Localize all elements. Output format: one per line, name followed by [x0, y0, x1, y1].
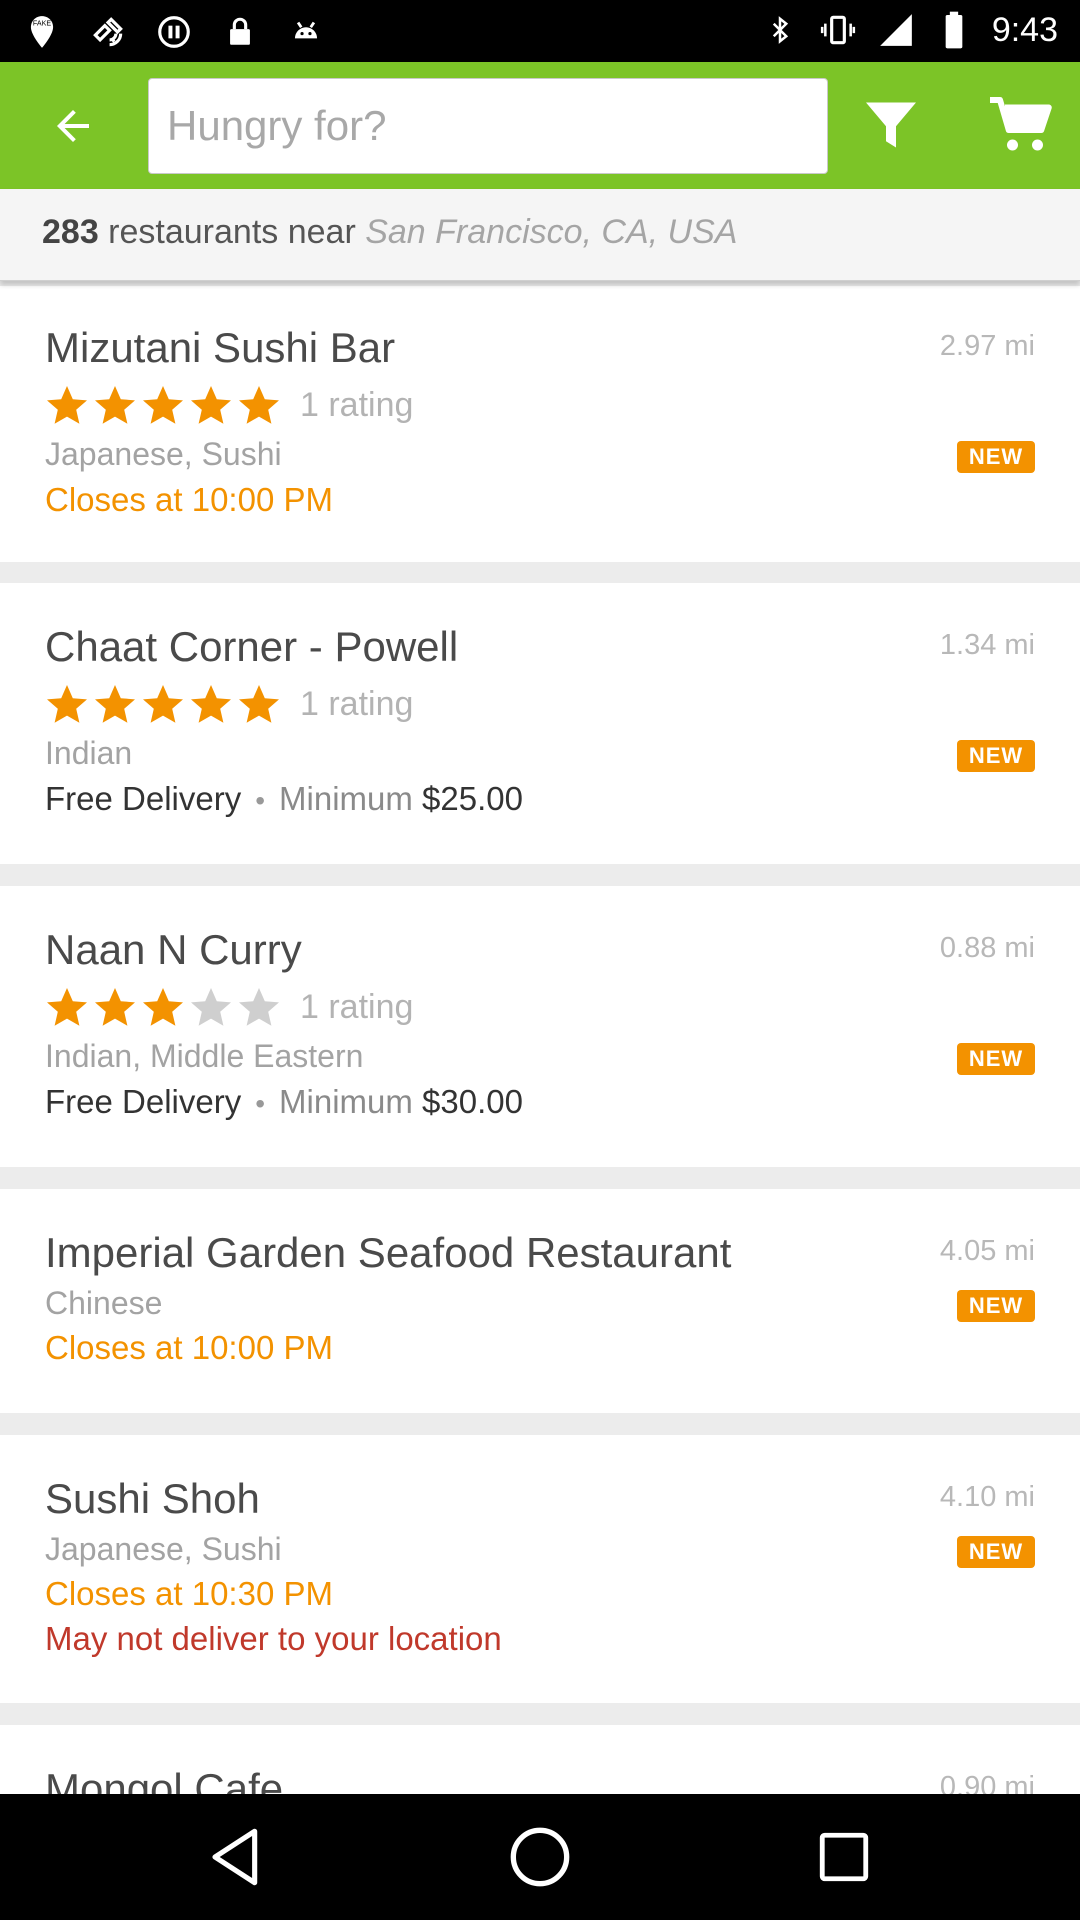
star-filled-icon — [239, 685, 279, 723]
lock-icon — [220, 12, 260, 52]
restaurant-name: Chaat Corner - Powell — [45, 623, 459, 670]
closing-time: Closes at 10:00 PM — [45, 481, 333, 518]
restaurant-card[interactable]: Chaat Corner - Powell 1.34 mi 1 rating I… — [0, 583, 1080, 864]
cuisine-label: Indian — [45, 735, 133, 771]
app-toolbar — [0, 62, 1080, 189]
restaurant-distance: 4.05 mi — [939, 1235, 1035, 1267]
star-filled-icon — [95, 685, 135, 723]
restaurant-card[interactable]: Mizutani Sushi Bar 2.97 mi 1 rating Japa… — [0, 286, 1080, 562]
nav-back-button[interactable] — [196, 1820, 276, 1894]
star-rating — [43, 681, 283, 729]
battery-icon — [934, 10, 974, 50]
location-label[interactable]: San Francisco, CA, USA — [365, 213, 737, 251]
nav-recents-button[interactable] — [804, 1820, 884, 1894]
cart-button[interactable] — [982, 92, 1058, 158]
new-badge: NEW — [957, 1043, 1035, 1075]
star-filled-icon — [47, 988, 87, 1026]
navigation-bar — [0, 1794, 1080, 1920]
nav-recents-icon — [819, 1832, 869, 1882]
restaurant-name: Mongol Cafe — [45, 1765, 284, 1794]
new-badge: NEW — [957, 1536, 1035, 1568]
signal-icon — [876, 10, 916, 50]
separator-dot: • — [255, 1088, 266, 1119]
star-filled-icon — [143, 386, 183, 424]
android-icon — [286, 12, 326, 52]
cuisine-label: Indian, Middle Eastern — [45, 1038, 364, 1074]
minimum-value: $25.00 — [422, 780, 523, 817]
restaurant-distance: 0.88 mi — [939, 932, 1035, 964]
restaurant-name: Sushi Shoh — [45, 1475, 260, 1522]
delivery-info: Free Delivery • Minimum $30.00 — [45, 1083, 523, 1121]
star-filled-icon — [191, 386, 231, 424]
app-screen: Mizutani Sushi Bar 2.97 mi 1 rating Japa… — [0, 0, 1080, 1920]
minimum-label: Minimum — [279, 780, 413, 817]
star-filled-icon — [95, 988, 135, 1026]
star-filled-icon — [191, 685, 231, 723]
clock: 9:43 — [991, 10, 1058, 49]
star-empty-icon — [191, 988, 231, 1026]
restaurant-card[interactable]: Imperial Garden Seafood Restaurant 4.05 … — [0, 1189, 1080, 1413]
restaurant-card[interactable]: Naan N Curry 0.88 mi 1 rating Indian, Mi… — [0, 886, 1080, 1167]
vibrate-icon — [818, 10, 858, 50]
results-count: 283 — [42, 213, 99, 251]
fake-gps-icon: FAKE — [22, 12, 62, 52]
star-rating — [43, 382, 283, 430]
star-empty-icon — [239, 988, 279, 1026]
system-icons: 9:43 — [760, 10, 1058, 50]
minimum-value: $30.00 — [422, 1083, 523, 1120]
star-filled-icon — [47, 685, 87, 723]
new-badge: NEW — [957, 1290, 1035, 1322]
cuisine-label: Chinese — [45, 1285, 163, 1321]
separator-dot: • — [255, 785, 266, 816]
star-filled-icon — [95, 386, 135, 424]
minimum-label: Minimum — [279, 1083, 413, 1120]
results-summary: 283 restaurants near San Francisco, CA, … — [0, 189, 1080, 281]
rating-count: 1 rating — [300, 386, 414, 424]
search-box[interactable] — [148, 78, 828, 174]
back-button[interactable] — [40, 98, 106, 154]
rating-count: 1 rating — [300, 685, 414, 723]
notification-icons: FAKE — [22, 12, 326, 52]
status-bar: FAKE 9:43 — [0, 0, 1080, 62]
filter-button[interactable] — [858, 92, 924, 158]
delivery-label: Free Delivery — [45, 1083, 242, 1120]
star-filled-icon — [239, 386, 279, 424]
new-badge: NEW — [957, 441, 1035, 473]
cart-icon — [990, 97, 1052, 151]
star-filled-icon — [143, 685, 183, 723]
delivery-label: Free Delivery — [45, 780, 242, 817]
results-summary-text: 283 restaurants near San Francisco, CA, … — [42, 213, 737, 252]
restaurant-name: Naan N Curry — [45, 926, 302, 973]
results-label: restaurants near — [98, 213, 366, 251]
star-filled-icon — [143, 988, 183, 1026]
delivery-info: Free Delivery • Minimum $25.00 — [45, 780, 523, 818]
restaurant-distance: 0.90 mi — [939, 1771, 1035, 1794]
no-sync-icon — [154, 12, 194, 52]
filter-icon — [866, 102, 916, 148]
arrow-back-icon — [57, 110, 89, 142]
restaurant-distance: 4.10 mi — [939, 1481, 1035, 1513]
cuisine-label: Japanese, Sushi — [45, 1531, 282, 1567]
closing-time: Closes at 10:00 PM — [45, 1329, 333, 1366]
cuisine-label: Japanese, Sushi — [45, 436, 282, 472]
nav-home-icon — [510, 1827, 570, 1887]
restaurant-distance: 2.97 mi — [939, 330, 1035, 362]
restaurant-distance: 1.34 mi — [939, 629, 1035, 661]
svg-text:FAKE: FAKE — [33, 20, 51, 28]
nav-home-button[interactable] — [500, 1820, 580, 1894]
restaurant-name: Imperial Garden Seafood Restaurant — [45, 1229, 732, 1276]
bluetooth-icon — [760, 10, 800, 50]
nav-back-icon — [212, 1828, 258, 1886]
new-badge: NEW — [957, 740, 1035, 772]
restaurant-card[interactable]: Sushi Shoh 4.10 mi Japanese, Sushi NEW C… — [0, 1435, 1080, 1703]
restaurant-card[interactable]: Mongol Cafe 0.90 mi — [0, 1725, 1080, 1794]
satellite-icon — [88, 12, 128, 52]
closing-time: Closes at 10:30 PM — [45, 1575, 333, 1612]
star-filled-icon — [47, 386, 87, 424]
star-rating — [43, 984, 283, 1032]
search-input[interactable] — [167, 79, 807, 173]
delivery-warning: May not deliver to your location — [45, 1620, 502, 1657]
rating-count: 1 rating — [300, 988, 414, 1026]
restaurant-name: Mizutani Sushi Bar — [45, 324, 396, 371]
